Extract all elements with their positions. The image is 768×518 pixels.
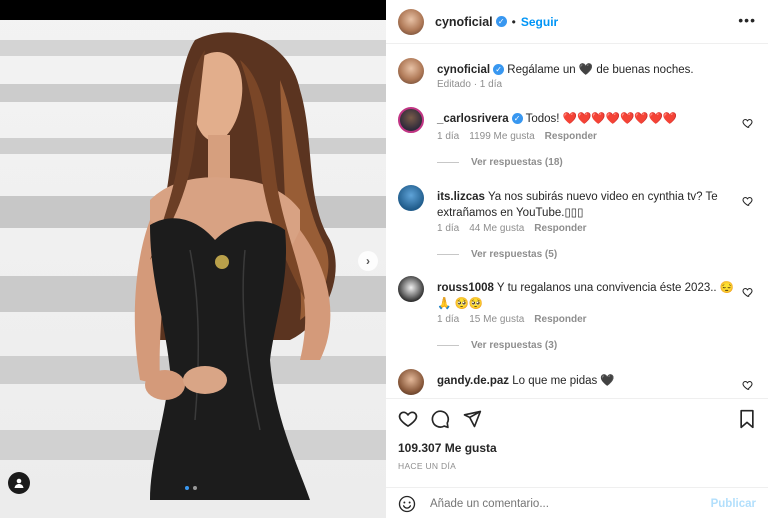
comment-item: gandy.de.paz Lo que me pidas 🖤 [398,369,758,398]
comment-item: _carlosrivera ✓ Todos! ❤️❤️❤️❤️❤️❤️❤️❤️ 1… [398,107,758,177]
caption-text: cynoficial ✓ Regálame un 🖤 de buenas noch… [437,62,737,78]
view-replies-label[interactable]: Ver respuestas (5) [471,249,557,260]
reply-button[interactable]: Responder [534,314,586,325]
caption-meta: Editado · 1 día [437,79,502,90]
comment-item: rouss1008 Y tu regalanos una convivencia… [398,276,758,356]
comment-text: _carlosrivera ✓ Todos! ❤️❤️❤️❤️❤️❤️❤️❤️ [437,111,737,127]
verified-badge-icon: ✓ [511,113,523,125]
post-like-count[interactable]: 109.307 Me gusta [398,441,497,455]
like-comment-heart-icon[interactable] [742,379,754,391]
reply-button[interactable]: Responder [534,223,586,234]
commenter-avatar[interactable] [398,107,424,133]
caption-row: cynoficial ✓ Regálame un 🖤 de buenas noch… [398,58,758,98]
post-actions-section: 109.307 Me gusta HACE UN DÍA Publicar [386,398,768,518]
more-options-icon[interactable]: ••• [738,12,756,28]
publish-comment-button[interactable]: Publicar [711,498,756,510]
verified-badge-icon: ✓ [493,64,505,76]
comment-time: 1 día [437,223,460,234]
reply-button[interactable]: Responder [545,131,597,142]
comment-meta: 1 día 15 Me gusta Responder [437,314,587,325]
post-media[interactable]: › [0,0,386,518]
comment-text: rouss1008 Y tu regalanos una convivencia… [437,280,737,312]
commenter-username[interactable]: rouss1008 [437,282,494,294]
comment-content: Todos! ❤️❤️❤️❤️❤️❤️❤️❤️ [525,113,678,125]
comment-time: 1 día [437,314,460,325]
header-separator: • [511,14,516,29]
add-comment-bar: Publicar [386,487,768,518]
user-tag-icon [14,478,24,488]
comment-likes[interactable]: 1199 Me gusta [469,131,534,142]
comment-meta: 1 día 44 Me gusta Responder [437,223,587,234]
comment-content: Lo que me pidas 🖤 [512,375,615,387]
view-replies-label[interactable]: Ver respuestas (3) [471,340,557,351]
next-image-button[interactable]: › [358,251,378,271]
comment-likes[interactable]: 44 Me gusta [469,223,524,234]
carousel-indicator [185,486,197,490]
follow-button[interactable]: Seguir [521,15,558,29]
post-side-panel: cynoficial ✓ • Seguir ••• cynoficial ✓ Re… [386,0,768,518]
verified-badge-icon: ✓ [495,16,507,27]
comment-time: 1 día [437,131,460,142]
like-heart-icon[interactable] [398,409,418,429]
woman-photo [134,32,336,500]
comment-likes[interactable]: 15 Me gusta [469,314,524,325]
view-replies-button[interactable]: Ver respuestas (5) [437,249,557,260]
commenter-username[interactable]: gandy.de.paz [437,375,509,387]
post-header: cynoficial ✓ • Seguir ••• [386,0,768,44]
commenter-avatar[interactable] [398,185,424,211]
carousel-dot-active [185,486,189,490]
carousel-dot [193,486,197,490]
post-action-icons [398,409,482,429]
commenter-username[interactable]: its.lizcas [437,191,485,203]
comment-text: its.lizcas Ya nos subirás nuevo video en… [437,189,737,221]
commenter-avatar[interactable] [398,276,424,302]
replies-divider [437,162,459,163]
tagged-users-button[interactable] [8,472,30,494]
comment-item: its.lizcas Ya nos subirás nuevo video en… [398,185,758,265]
comments-list[interactable]: cynoficial ✓ Regálame un 🖤 de buenas noch… [386,45,768,398]
view-replies-label[interactable]: Ver respuestas (18) [471,157,563,168]
emoji-smiley-icon[interactable] [398,495,416,513]
comment-meta: 1 día 1199 Me gusta Responder [437,131,597,142]
save-bookmark-icon[interactable] [738,409,756,429]
commenter-avatar[interactable] [398,369,424,395]
replies-divider [437,254,459,255]
post-timestamp[interactable]: HACE UN DÍA [398,461,456,471]
share-paper-plane-icon[interactable] [462,409,482,429]
caption-edited-time: Editado · 1 día [437,79,503,90]
view-replies-button[interactable]: Ver respuestas (3) [437,340,557,351]
like-comment-heart-icon[interactable] [742,195,754,207]
like-comment-heart-icon[interactable] [742,286,754,298]
caption-content: Regálame un 🖤 de buenas noches. [507,64,694,76]
author-avatar[interactable] [398,58,424,84]
like-comment-heart-icon[interactable] [742,117,754,129]
commenter-username[interactable]: _carlosrivera [437,113,509,125]
author-avatar[interactable] [398,8,424,35]
caption-username[interactable]: cynoficial [437,64,490,76]
comment-bubble-icon[interactable] [430,409,450,429]
add-comment-input[interactable] [430,497,700,510]
replies-divider [437,345,459,346]
dress-badge [215,255,229,269]
author-username[interactable]: cynoficial [435,15,493,29]
comment-text: gandy.de.paz Lo que me pidas 🖤 [437,373,737,389]
view-replies-button[interactable]: Ver respuestas (18) [437,157,563,168]
